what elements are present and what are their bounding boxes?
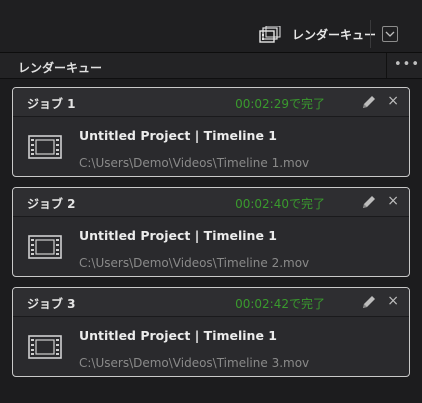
close-icon[interactable]: × (387, 193, 399, 209)
render-queue-button-label[interactable]: レンダーキュー (292, 26, 376, 43)
more-options-icon[interactable]: ••• (394, 57, 420, 72)
job-project-title: Untitled Project | Timeline 1 (79, 228, 277, 243)
job-status: 00:02:40で完了 (235, 197, 325, 211)
job-card[interactable]: ジョブ 3 00:02:42で完了 × Untitled Project | T… (12, 287, 410, 377)
edit-icon[interactable] (361, 294, 377, 310)
film-icon (28, 235, 62, 259)
job-name: ジョブ 2 (27, 197, 76, 211)
edit-icon[interactable] (361, 94, 377, 110)
job-status: 00:02:29で完了 (235, 97, 325, 111)
panel-title: レンダーキュー (18, 61, 103, 75)
job-output-path: C:\Users\Demo\Videos\Timeline 1.mov (79, 156, 310, 170)
edit-icon[interactable] (361, 194, 377, 210)
job-card[interactable]: ジョブ 1 00:02:29で完了 × Untitled Project | T… (12, 87, 410, 177)
job-header: ジョブ 1 00:02:29で完了 × (13, 88, 409, 117)
top-toolbar: レンダーキュー (0, 0, 422, 53)
job-card[interactable]: ジョブ 2 00:02:40で完了 × Untitled Project | T… (12, 187, 410, 277)
job-name: ジョブ 3 (27, 297, 76, 311)
job-project-title: Untitled Project | Timeline 1 (79, 128, 277, 143)
chevron-down-icon (385, 31, 395, 37)
dropdown-button[interactable] (382, 26, 398, 42)
render-queue-list: ジョブ 1 00:02:29で完了 × Untitled Project | T… (0, 79, 422, 403)
film-icon (28, 335, 62, 359)
close-icon[interactable]: × (387, 293, 399, 309)
panel-header: レンダーキュー ••• (0, 53, 422, 79)
job-header: ジョブ 3 00:02:42で完了 × (13, 288, 409, 317)
job-name: ジョブ 1 (27, 97, 76, 111)
panel-header-divider (386, 53, 387, 78)
job-output-path: C:\Users\Demo\Videos\Timeline 2.mov (79, 256, 310, 270)
job-project-title: Untitled Project | Timeline 1 (79, 328, 277, 343)
job-output-path: C:\Users\Demo\Videos\Timeline 3.mov (79, 356, 310, 370)
job-status: 00:02:42で完了 (235, 297, 325, 311)
toolbar-divider (370, 20, 371, 48)
film-icon (28, 135, 62, 159)
render-queue-icon[interactable] (259, 25, 281, 44)
job-header: ジョブ 2 00:02:40で完了 × (13, 188, 409, 217)
close-icon[interactable]: × (387, 93, 399, 109)
